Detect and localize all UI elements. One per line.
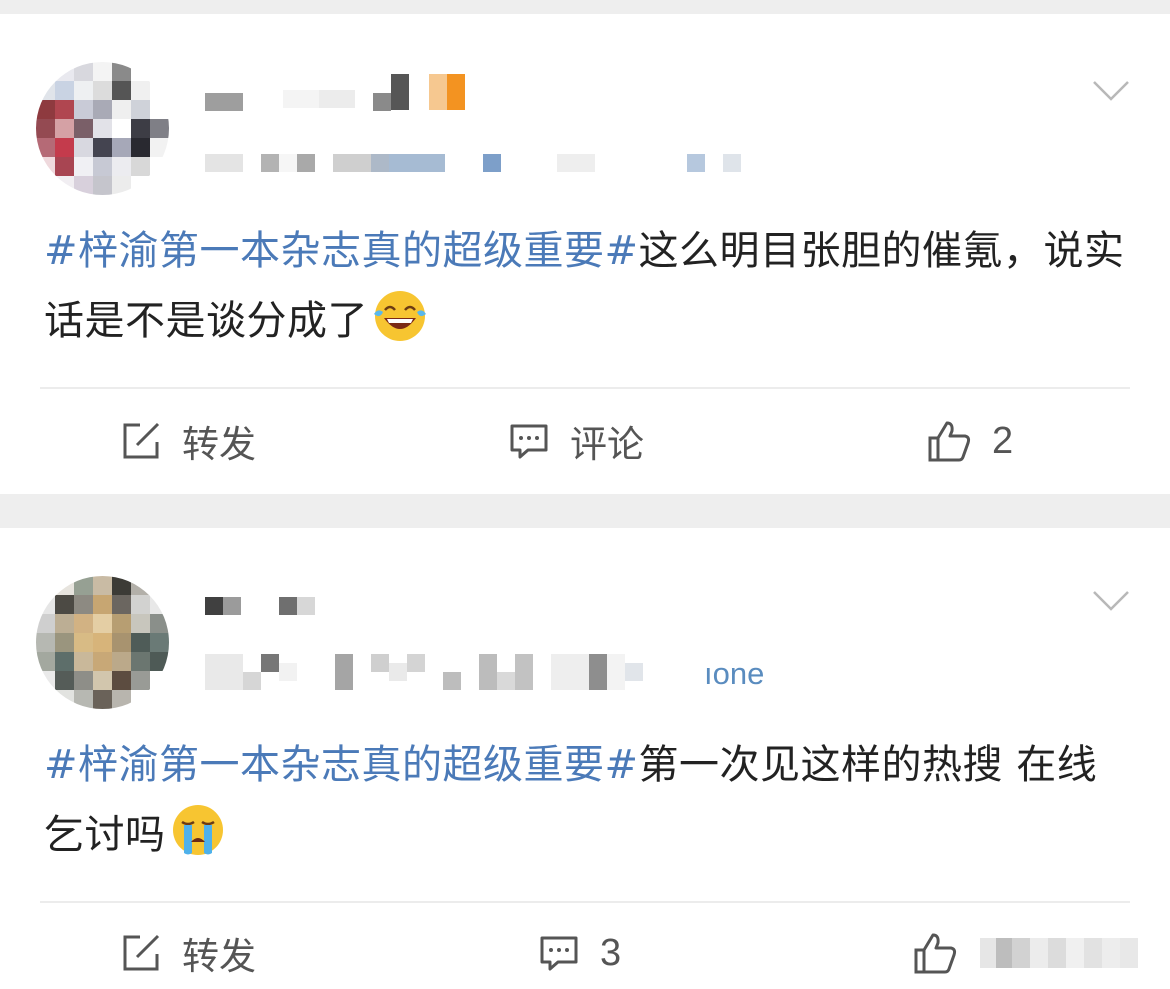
post-card: ıone #梓渝第一本杂志真的超级重要#第一次见这样的热搜 在线乞讨吗 转发 3 bbox=[0, 528, 1170, 989]
comment-button[interactable]: 3 bbox=[538, 928, 621, 978]
comment-icon bbox=[510, 424, 548, 459]
post-content: #梓渝第一本杂志真的超级重要#第一次见这样的热搜 在线乞讨吗 bbox=[44, 730, 1134, 870]
comment-count: 3 bbox=[600, 931, 622, 974]
username-redacted[interactable] bbox=[205, 74, 465, 111]
like-button[interactable]: 2 bbox=[926, 416, 1013, 466]
repost-icon bbox=[123, 422, 160, 459]
hashtag-link[interactable]: #梓渝第一本杂志真的超级重要# bbox=[44, 742, 639, 788]
post-meta-redacted bbox=[205, 654, 643, 690]
repost-button[interactable]: 转发 bbox=[120, 416, 256, 466]
repost-label: 转发 bbox=[182, 935, 256, 978]
hashtag-link[interactable]: #梓渝第一本杂志真的超级重要# bbox=[44, 228, 639, 274]
like-count: 2 bbox=[992, 419, 1014, 462]
post-content: #梓渝第一本杂志真的超级重要#这么明目张胆的催氪，说实话是不是谈分成了 bbox=[44, 216, 1134, 356]
watermark-redacted bbox=[980, 938, 1138, 968]
comment-button[interactable]: 评论 bbox=[508, 416, 644, 466]
comment-label: 评论 bbox=[570, 423, 644, 466]
username-redacted[interactable] bbox=[205, 596, 315, 616]
repost-icon bbox=[123, 934, 160, 971]
thumbs-up-icon bbox=[928, 421, 971, 462]
chevron-down-icon[interactable] bbox=[1091, 78, 1131, 104]
divider bbox=[40, 387, 1130, 389]
divider bbox=[40, 901, 1130, 903]
laughing-tears-emoji bbox=[374, 291, 426, 341]
thumbs-up-icon bbox=[914, 933, 957, 974]
post-card: #梓渝第一本杂志真的超级重要#这么明目张胆的催氪，说实话是不是谈分成了 转发 评… bbox=[0, 14, 1170, 494]
chevron-down-icon[interactable] bbox=[1091, 588, 1131, 614]
avatar[interactable] bbox=[36, 576, 169, 709]
post-meta-redacted bbox=[205, 148, 741, 178]
post-source-text: ıone bbox=[704, 656, 765, 691]
repost-label: 转发 bbox=[182, 423, 256, 466]
crying-emoji bbox=[172, 805, 223, 855]
repost-button[interactable]: 转发 bbox=[120, 928, 256, 978]
like-button[interactable] bbox=[912, 928, 1138, 978]
avatar[interactable] bbox=[36, 62, 169, 195]
comment-icon bbox=[540, 936, 578, 971]
